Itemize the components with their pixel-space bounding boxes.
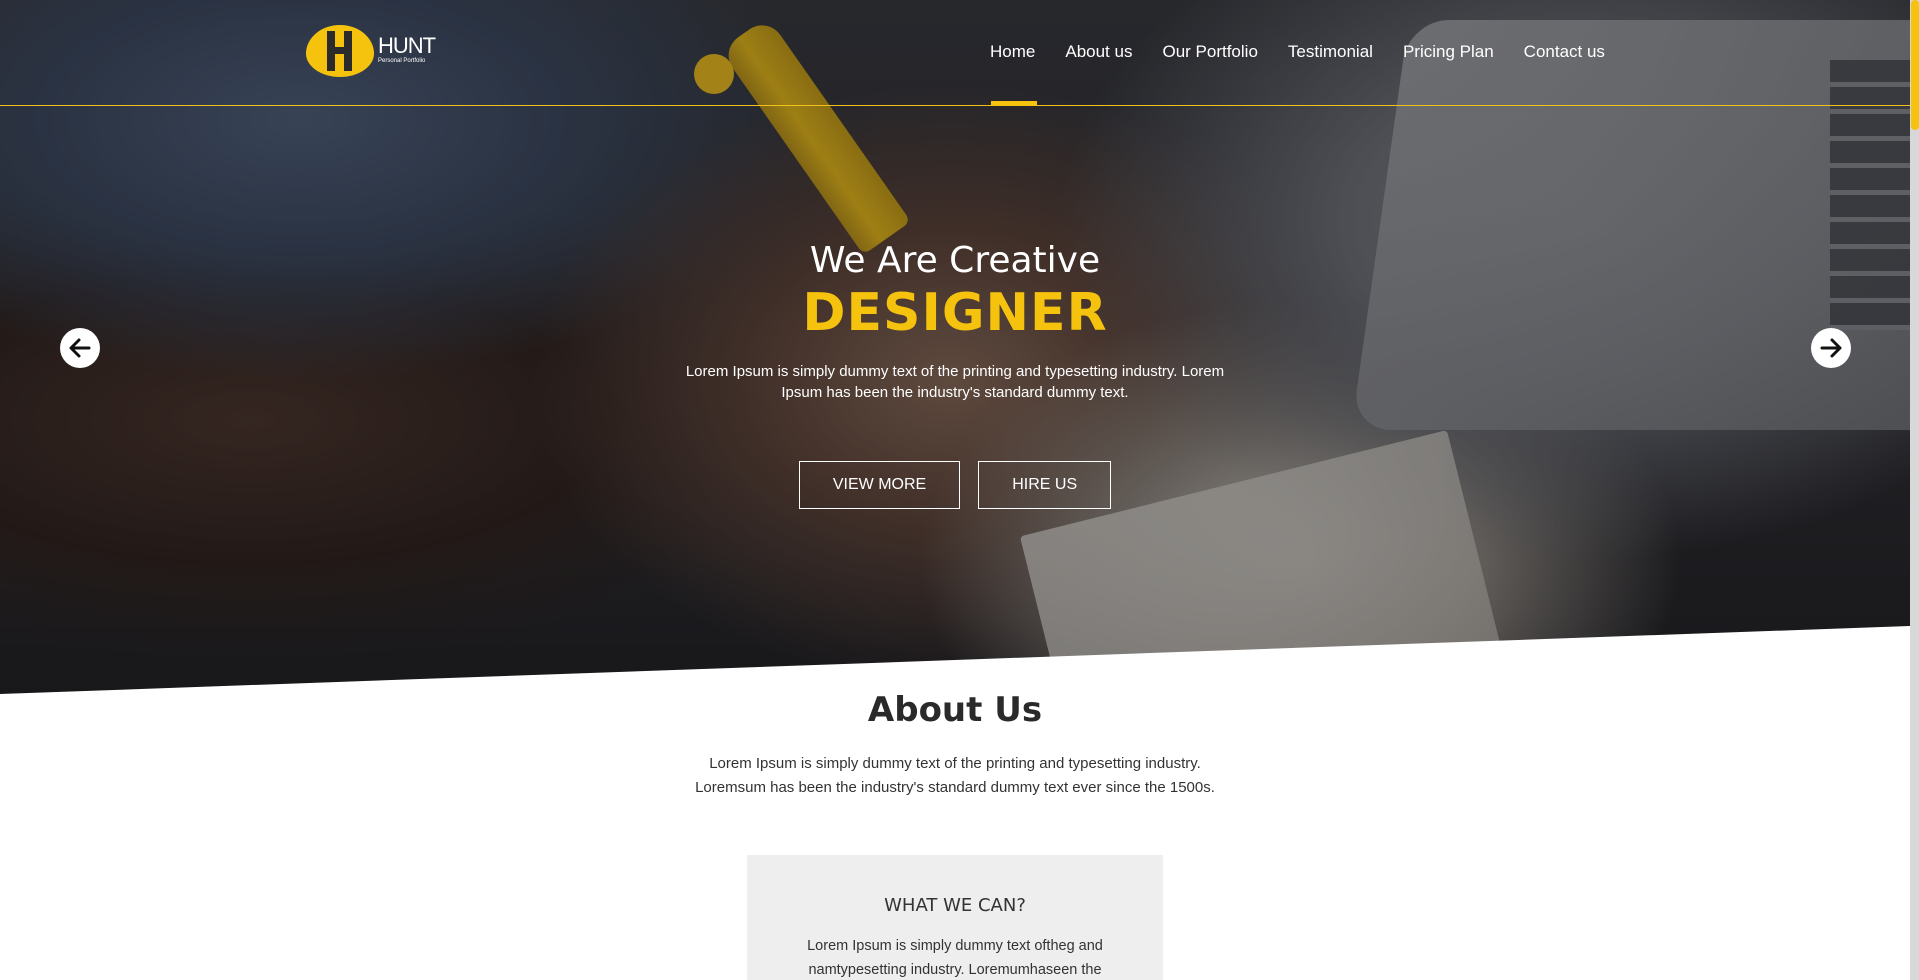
hire-us-button[interactable]: HIRE US [978, 461, 1112, 509]
nav-active-indicator [991, 101, 1037, 106]
card-text-line: Lorem Ipsum is simply dummy text oftheg … [807, 938, 1103, 954]
nav-item-pricing-plan[interactable]: Pricing Plan [1403, 42, 1494, 62]
scrollbar-thumb[interactable] [1911, 0, 1919, 130]
hero-title: DESIGNER [802, 283, 1108, 343]
hero-description: Lorem Ipsum is simply dummy text of the … [685, 363, 1225, 401]
about-description-line: Lorem Ipsum is simply dummy text of the … [709, 755, 1201, 772]
hero-buttons: VIEW MORE HIRE US [0, 461, 1910, 509]
nav-item-our-portfolio[interactable]: Our Portfolio [1162, 42, 1257, 62]
card-text-line: namtypesetting industry. Loremumhaseen t… [808, 962, 1102, 978]
nav-item-testimonial[interactable]: Testimonial [1288, 42, 1373, 62]
nav-item-about-us[interactable]: About us [1065, 42, 1132, 62]
navbar: HUNT Personal Portfolio Home About us Ou… [0, 0, 1910, 106]
main-nav: Home About us Our Portfolio Testimonial … [990, 42, 1635, 62]
logo[interactable]: HUNT Personal Portfolio [306, 25, 436, 77]
hero-kicker: We Are Creative [809, 240, 1101, 281]
card-text: Lorem Ipsum is simply dummy text oftheg … [787, 934, 1123, 980]
view-more-button[interactable]: VIEW MORE [798, 461, 961, 509]
about-description: Lorem Ipsum is simply dummy text of the … [0, 752, 1910, 800]
nav-item-home[interactable]: Home [990, 42, 1035, 62]
logo-tagline: Personal Portfolio [378, 58, 426, 64]
hero-content: We Are Creative DESIGNER Lorem Ipsum is … [0, 240, 1910, 509]
logo-name: HUNT [378, 33, 436, 58]
logo-icon [306, 25, 374, 77]
nav-item-contact-us[interactable]: Contact us [1524, 42, 1605, 62]
what-we-can-card: WHAT WE CAN? Lorem Ipsum is simply dummy… [747, 855, 1163, 980]
about-description-line: Loremsum has been the industry's standar… [695, 779, 1215, 796]
scrollbar-track[interactable] [1910, 0, 1919, 980]
page: HUNT Personal Portfolio Home About us Ou… [0, 0, 1910, 980]
card-title: WHAT WE CAN? [884, 895, 1026, 916]
about-title: About Us [867, 690, 1043, 730]
